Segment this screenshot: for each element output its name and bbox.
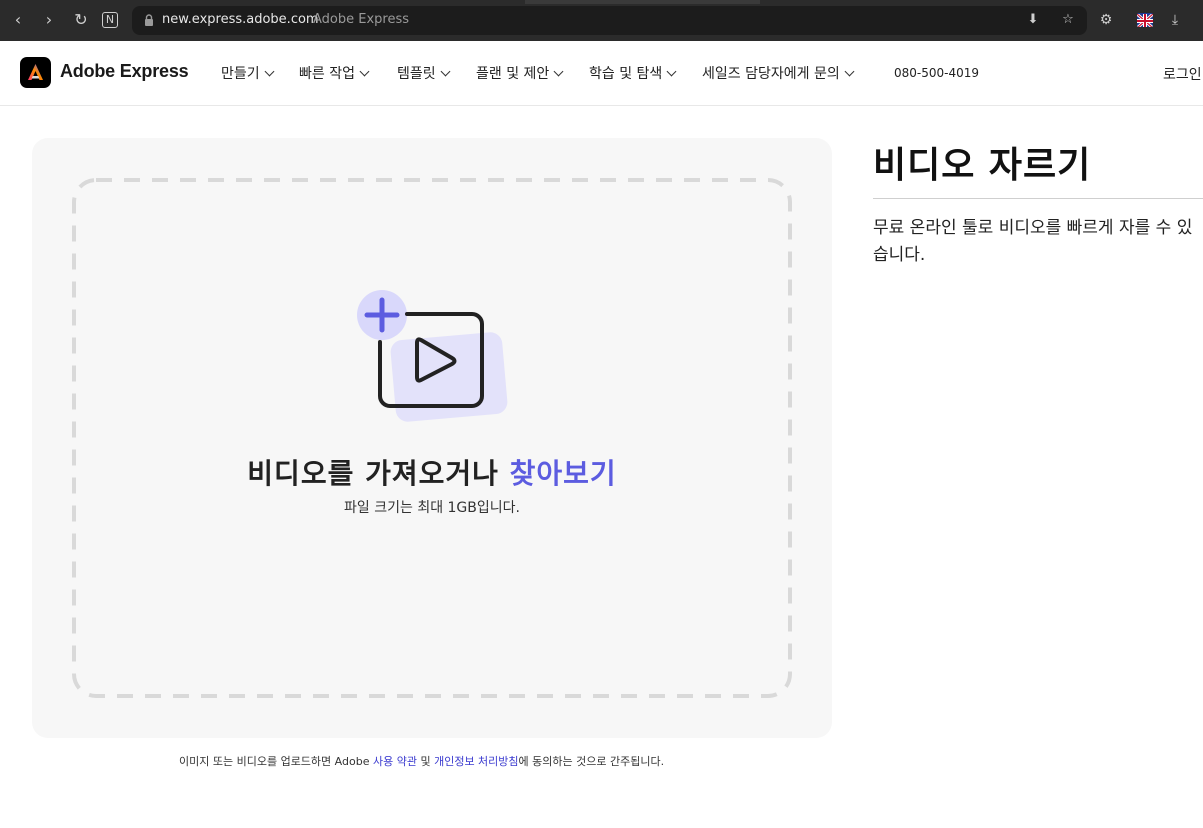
site-header: Adobe Express 만들기 빠른 작업 템플릿 플랜 및 제안 학습 및… <box>0 41 1203 106</box>
active-tab-indicator <box>525 0 760 4</box>
terms-prefix: 이미지 또는 비디오를 업로드하면 Adobe <box>179 755 373 768</box>
adobe-express-logo-icon[interactable] <box>20 57 51 88</box>
nav-item-contact-sales[interactable]: 세일즈 담당자에게 문의 <box>702 63 855 83</box>
terms-notice: 이미지 또는 비디오를 업로드하면 Adobe 사용 약관 및 개인정보 처리방… <box>179 753 664 769</box>
chevron-down-icon <box>359 66 370 76</box>
favorites-icon[interactable]: ☆ <box>1060 12 1076 28</box>
chevron-down-icon <box>264 66 275 76</box>
nav-item-create[interactable]: 만들기 <box>221 63 275 83</box>
nav-item-learn[interactable]: 학습 및 탐색 <box>589 63 677 83</box>
nav-label: 빠른 작업 <box>299 66 355 82</box>
page-description: 무료 온라인 툴로 비디오를 빠르게 자를 수 있습니다. <box>873 218 1193 265</box>
dropzone-title: 비디오를 가져오거나 찾아보기 <box>32 452 832 492</box>
back-icon[interactable]: ‹ <box>8 10 28 30</box>
downloads-icon[interactable]: ⤓ <box>1166 11 1184 29</box>
terms-of-use-link[interactable]: 사용 약관 <box>373 755 417 768</box>
chevron-down-icon <box>553 66 564 76</box>
divider <box>873 198 1203 199</box>
upload-dropzone[interactable]: 비디오를 가져오거나 찾아보기 파일 크기는 최대 1GB입니다. <box>32 138 832 738</box>
dashed-border <box>72 178 792 698</box>
nav-item-plans[interactable]: 플랜 및 제안 <box>476 63 564 83</box>
news-icon[interactable]: N <box>102 12 118 28</box>
address-bar[interactable]: new.express.adobe.com Adobe Express ⬇ ☆ <box>132 6 1087 35</box>
terms-middle: 및 <box>416 755 435 768</box>
dropzone-title-text: 비디오를 가져오거나 <box>247 457 510 490</box>
page-title: 비디오 자르기 <box>873 145 1092 186</box>
logo-text[interactable]: Adobe Express <box>60 61 189 82</box>
uk-flag-icon[interactable] <box>1137 13 1153 27</box>
nav-label: 만들기 <box>221 66 260 82</box>
url-domain: new.express.adobe.com <box>162 12 319 27</box>
nav-label: 플랜 및 제안 <box>476 66 550 82</box>
nav-label: 템플릿 <box>397 66 436 82</box>
chevron-down-icon <box>666 66 677 76</box>
browser-toolbar: ‹ › ↻ N new.express.adobe.com Adobe Expr… <box>0 0 1203 41</box>
reload-icon[interactable]: ↻ <box>71 10 91 30</box>
login-link[interactable]: 로그인 <box>1163 64 1202 84</box>
nav-item-templates[interactable]: 템플릿 <box>397 63 451 83</box>
url-page-title: Adobe Express <box>313 12 410 27</box>
chevron-down-icon <box>440 66 451 76</box>
nav-item-quick-actions[interactable]: 빠른 작업 <box>299 63 370 83</box>
browse-link[interactable]: 찾아보기 <box>510 457 617 490</box>
forward-icon[interactable]: › <box>39 10 59 30</box>
nav-label: 세일즈 담당자에게 문의 <box>702 66 840 82</box>
privacy-policy-link[interactable]: 개인정보 처리방침 <box>434 755 518 768</box>
sales-phone[interactable]: 080-500-4019 <box>894 66 979 80</box>
lock-icon <box>145 14 153 26</box>
install-app-icon[interactable]: ⬇ <box>1025 12 1041 28</box>
file-size-note: 파일 크기는 최대 1GB입니다. <box>344 500 520 516</box>
chevron-down-icon <box>844 66 855 76</box>
terms-suffix: 에 동의하는 것으로 간주됩니다. <box>518 755 665 768</box>
add-video-icon <box>357 290 508 422</box>
extensions-icon[interactable]: ⚙ <box>1097 11 1115 29</box>
nav-label: 학습 및 탐색 <box>589 66 663 82</box>
